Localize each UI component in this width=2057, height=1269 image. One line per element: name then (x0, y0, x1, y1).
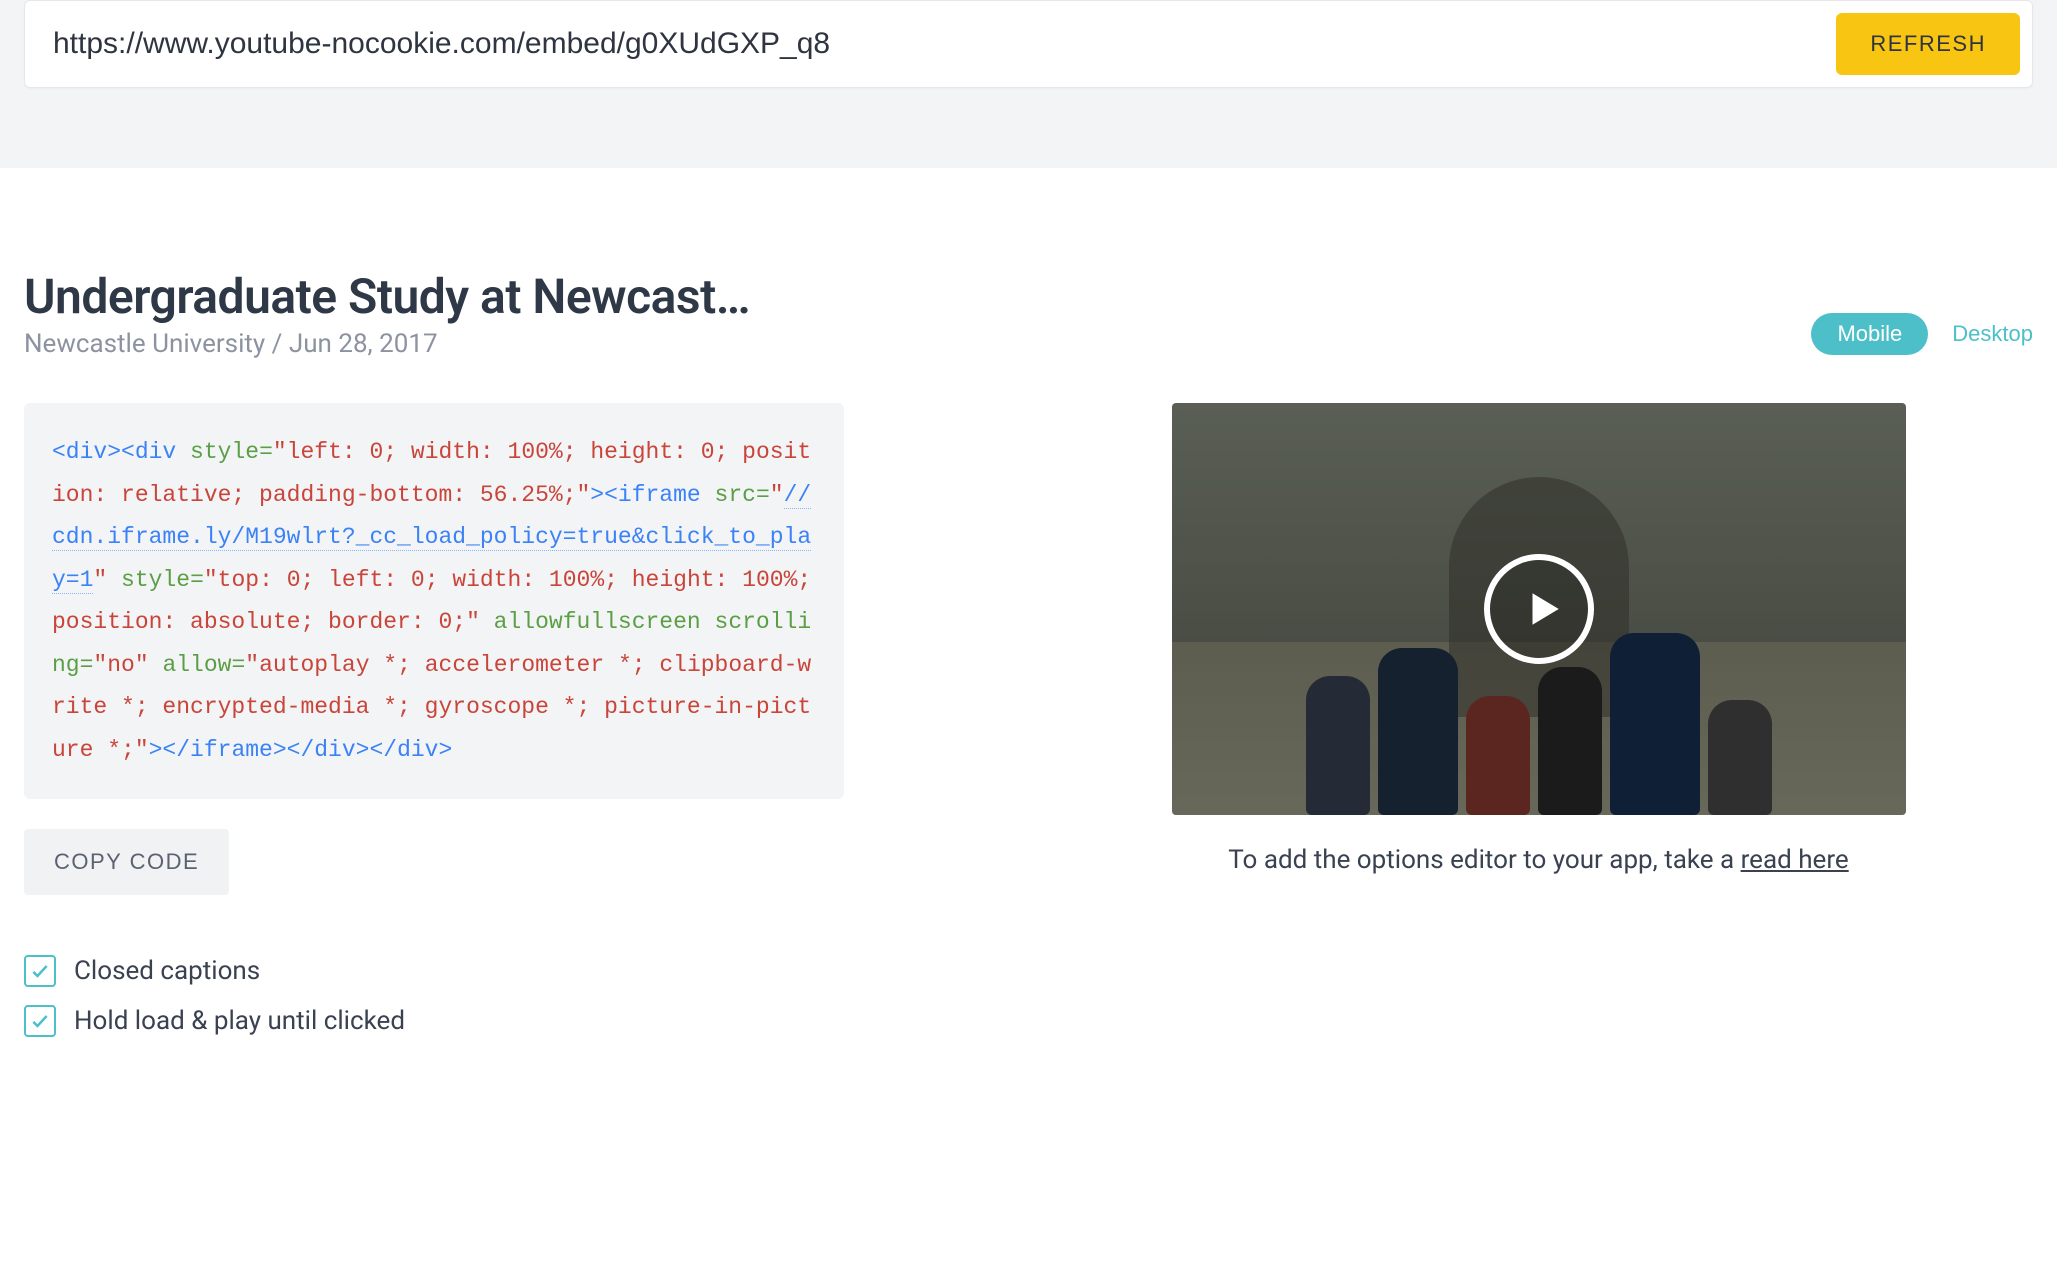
code-token: " (770, 482, 784, 508)
thumb-person (1466, 696, 1530, 815)
tab-mobile[interactable]: Mobile (1811, 313, 1928, 355)
code-token: = (231, 652, 245, 678)
label-closed-captions: Closed captions (74, 956, 260, 986)
label-hold-load: Hold load & play until clicked (74, 1006, 405, 1036)
embed-code-box[interactable]: <div><div style="left: 0; width: 100%; h… (24, 403, 844, 799)
code-token: allow (149, 652, 232, 678)
code-token: <div><div (52, 439, 176, 465)
url-bar: REFRESH (24, 0, 2033, 88)
page-subtitle: Newcastle University / Jun 28, 2017 (24, 329, 1811, 359)
code-token: = (259, 439, 273, 465)
code-token: ></iframe></div></div> (149, 737, 453, 763)
code-token: src (701, 482, 756, 508)
code-token: = (80, 652, 94, 678)
page-title: Undergraduate Study at Newcast… (24, 268, 1811, 325)
view-toggle: Mobile Desktop (1811, 313, 2033, 359)
play-icon (1522, 588, 1564, 630)
thumb-person (1306, 676, 1370, 815)
caption-text: To add the options editor to your app, t… (1228, 845, 1740, 875)
preview-caption: To add the options editor to your app, t… (1228, 845, 1848, 875)
code-token: " (93, 567, 107, 593)
code-token: style (176, 439, 259, 465)
play-button[interactable] (1484, 554, 1594, 664)
code-token: = (756, 482, 770, 508)
copy-code-button[interactable]: COPY CODE (24, 829, 229, 895)
code-token: ><iframe (590, 482, 700, 508)
code-token: = (190, 567, 204, 593)
checkbox-closed-captions[interactable] (24, 955, 56, 987)
thumb-person (1378, 648, 1458, 815)
thumb-person (1610, 633, 1700, 815)
video-preview[interactable] (1172, 403, 1906, 815)
thumb-person (1538, 667, 1602, 815)
refresh-button[interactable]: REFRESH (1836, 13, 2020, 75)
code-token: style (107, 567, 190, 593)
thumb-person (1708, 700, 1772, 815)
code-token: "no" (93, 652, 148, 678)
check-icon (30, 961, 50, 981)
checkbox-hold-load[interactable] (24, 1005, 56, 1037)
url-input[interactable] (53, 27, 1836, 61)
tab-desktop[interactable]: Desktop (1952, 321, 2033, 347)
check-icon (30, 1011, 50, 1031)
read-here-link[interactable]: read here (1741, 845, 1849, 875)
